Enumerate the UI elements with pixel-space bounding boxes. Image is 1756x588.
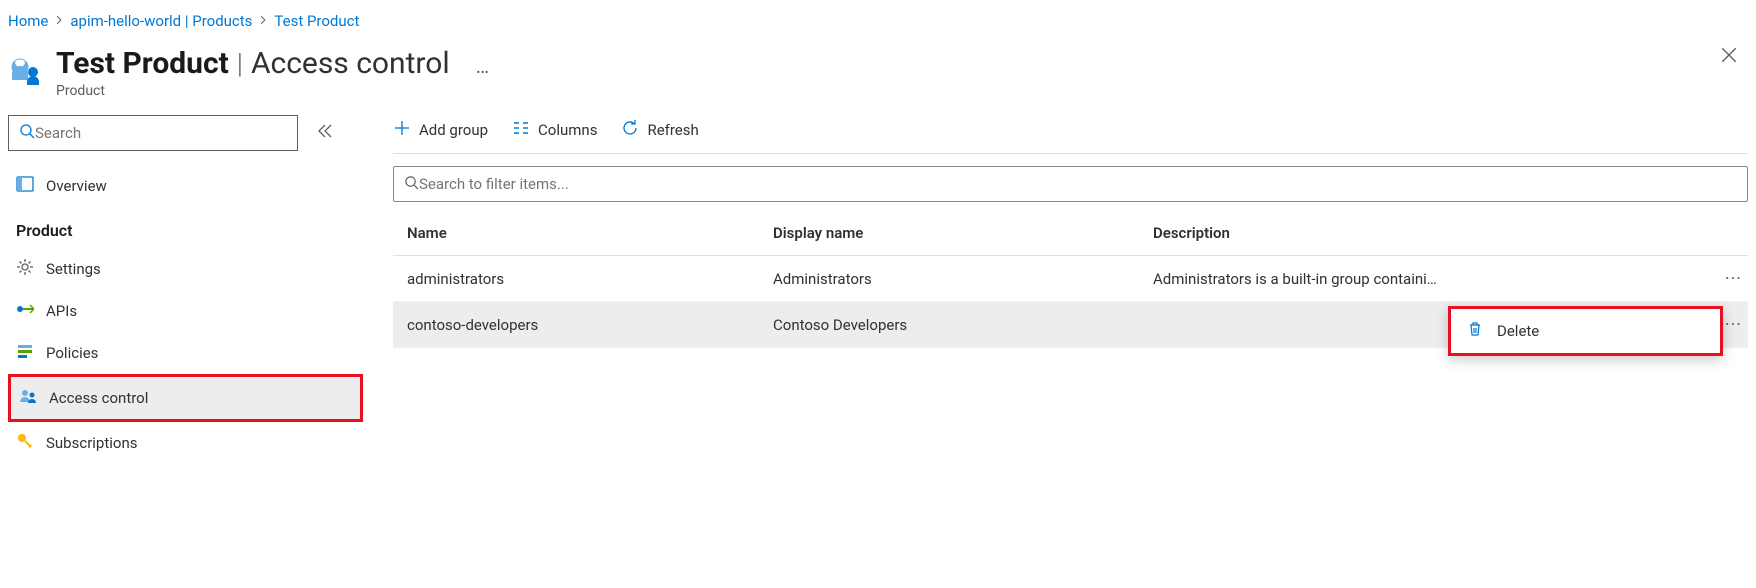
- search-icon: [404, 175, 419, 194]
- gear-icon: [16, 258, 34, 280]
- delete-button[interactable]: Delete: [1455, 313, 1716, 349]
- filter-search-input[interactable]: [419, 175, 1737, 193]
- policies-icon: [16, 342, 34, 364]
- title-separator: |: [237, 47, 243, 80]
- overview-icon: [16, 175, 34, 197]
- column-header-display-name[interactable]: Display name: [773, 224, 1153, 242]
- sidebar-item-label: APIs: [46, 302, 77, 320]
- context-item-label: Delete: [1497, 322, 1539, 340]
- command-label: Add group: [419, 121, 488, 139]
- people-icon: [19, 387, 37, 409]
- refresh-icon: [621, 119, 639, 141]
- cell-display-name: Contoso Developers: [773, 316, 1153, 334]
- columns-icon: [512, 119, 530, 141]
- page-subtitle-section: Access control: [251, 46, 450, 81]
- search-icon: [19, 123, 35, 143]
- sidebar-item-label: Settings: [46, 260, 101, 278]
- filter-search[interactable]: [393, 166, 1748, 202]
- sidebar-item-apis[interactable]: APIs: [8, 290, 363, 332]
- table-header: Name Display name Description: [393, 210, 1748, 256]
- chevron-right-icon: [258, 14, 268, 28]
- row-more-icon[interactable]: ···: [1725, 314, 1742, 335]
- resource-type-label: Product: [56, 83, 490, 99]
- sidebar-item-label: Policies: [46, 344, 98, 362]
- delete-icon: [1467, 321, 1483, 341]
- sidebar: Overview Product Settings APIs Policies: [8, 115, 363, 464]
- sidebar-item-settings[interactable]: Settings: [8, 248, 363, 290]
- sidebar-item-overview[interactable]: Overview: [8, 165, 363, 207]
- command-bar: Add group Columns Refresh: [393, 115, 1748, 154]
- sidebar-item-label: Access control: [49, 389, 148, 407]
- cell-description: Administrators is a built-in group conta…: [1153, 270, 1748, 288]
- more-actions-icon[interactable]: …: [476, 54, 490, 78]
- cell-name: contoso-developers: [393, 316, 773, 334]
- cell-name: administrators: [393, 270, 773, 288]
- breadcrumb-products[interactable]: apim-hello-world | Products: [70, 12, 252, 30]
- page-title: Test Product: [56, 46, 229, 81]
- product-icon: [8, 52, 44, 92]
- close-icon[interactable]: [1720, 46, 1738, 68]
- sidebar-search[interactable]: [8, 115, 298, 151]
- page-header: Test Product | Access control … Product: [0, 38, 1756, 115]
- table-row[interactable]: administrators Administrators Administra…: [393, 256, 1748, 302]
- column-header-description[interactable]: Description: [1153, 224, 1748, 242]
- sidebar-item-subscriptions[interactable]: Subscriptions: [8, 422, 363, 464]
- sidebar-item-policies[interactable]: Policies: [8, 332, 363, 374]
- groups-table: Name Display name Description administra…: [393, 210, 1748, 348]
- sidebar-item-access-control[interactable]: Access control: [8, 374, 363, 422]
- cell-display-name: Administrators: [773, 270, 1153, 288]
- column-header-name[interactable]: Name: [393, 224, 773, 242]
- row-more-icon[interactable]: ···: [1725, 268, 1742, 289]
- chevron-right-icon: [54, 14, 64, 28]
- breadcrumb-test-product[interactable]: Test Product: [274, 12, 359, 30]
- refresh-button[interactable]: Refresh: [621, 119, 698, 141]
- sidebar-item-label: Subscriptions: [46, 434, 137, 452]
- collapse-sidebar-icon[interactable]: [316, 123, 332, 143]
- sidebar-item-label: Overview: [46, 177, 107, 195]
- row-context-menu: Delete: [1448, 306, 1723, 356]
- breadcrumb: Home apim-hello-world | Products Test Pr…: [0, 0, 1756, 38]
- sidebar-search-input[interactable]: [35, 124, 287, 142]
- plus-icon: [393, 119, 411, 141]
- apis-icon: [16, 300, 34, 322]
- breadcrumb-home[interactable]: Home: [8, 12, 48, 30]
- command-label: Columns: [538, 121, 597, 139]
- content-pane: Add group Columns Refresh: [363, 115, 1748, 348]
- sidebar-section-product: Product: [8, 207, 363, 248]
- command-label: Refresh: [647, 121, 698, 139]
- add-group-button[interactable]: Add group: [393, 119, 488, 141]
- columns-button[interactable]: Columns: [512, 119, 597, 141]
- table-row[interactable]: contoso-developers Contoso Developers ··…: [393, 302, 1748, 348]
- key-icon: [16, 432, 34, 454]
